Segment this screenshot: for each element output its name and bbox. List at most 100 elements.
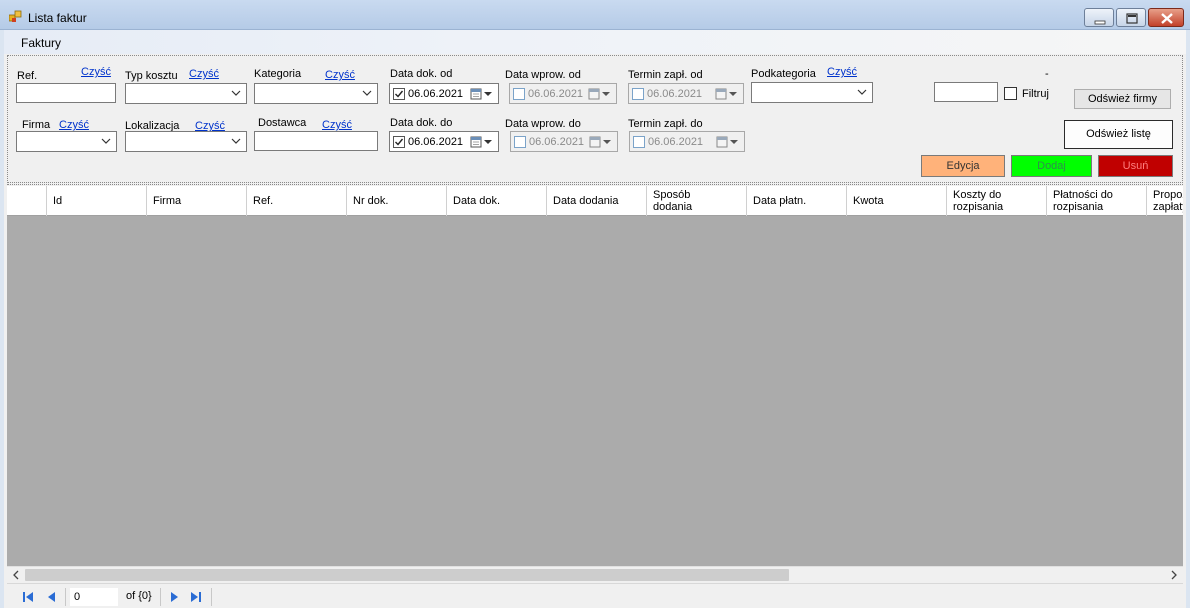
data-wprow-od-checkbox[interactable] xyxy=(513,88,525,100)
calendar-dropdown-icon xyxy=(716,136,738,148)
move-next-icon[interactable] xyxy=(167,590,181,604)
column-header-kwota[interactable]: Kwota xyxy=(847,186,947,216)
calendar-dropdown-icon xyxy=(470,136,492,148)
record-count: of {0} xyxy=(126,590,152,602)
column-header-sposob-dodania[interactable]: Sposób dodania xyxy=(647,186,747,216)
firma-label: Firma xyxy=(22,119,51,131)
minimize-button[interactable] xyxy=(1084,8,1114,27)
dostawca-clear-link[interactable]: Czyść xyxy=(322,119,352,131)
splitter[interactable] xyxy=(7,184,1183,185)
ref-label: Ref. xyxy=(17,70,38,82)
lokalizacja-select[interactable] xyxy=(125,131,247,152)
edit-button[interactable]: Edycja xyxy=(921,155,1005,177)
dostawca-label: Dostawca xyxy=(258,117,307,129)
window-title: Lista faktur xyxy=(28,11,87,25)
move-first-icon[interactable] xyxy=(21,590,35,604)
column-header-koszty-do-rozpisania[interactable]: Koszty do rozpisania xyxy=(947,186,1047,216)
data-wprow-od-picker[interactable]: 06.06.2021 xyxy=(509,83,617,104)
data-dok-od-checkbox[interactable] xyxy=(393,88,405,100)
filtruj-checkbox[interactable] xyxy=(1004,87,1017,100)
podkategoria-select[interactable] xyxy=(751,82,873,103)
column-header-platnosci-do-rozpisania[interactable]: Płatności do rozpisania xyxy=(1047,186,1147,216)
termin-zapl-od-label: Termin zapł. od xyxy=(628,69,703,81)
termin-zapl-do-picker[interactable]: 06.06.2021 xyxy=(629,131,745,152)
data-dok-do-checkbox[interactable] xyxy=(393,136,405,148)
title-bar: Lista faktur xyxy=(0,0,1190,30)
menu-faktury[interactable]: Faktury xyxy=(21,36,61,50)
termin-zapl-do-label: Termin zapł. do xyxy=(628,118,703,130)
row-header-corner xyxy=(7,186,47,216)
toolbar-separator xyxy=(65,588,66,606)
column-header-label: Kwota xyxy=(853,195,884,207)
chevron-down-icon xyxy=(231,90,241,96)
data-wprow-od-value: 06.06.2021 xyxy=(528,88,584,100)
move-previous-icon[interactable] xyxy=(45,590,59,604)
menu-bar: Faktury xyxy=(4,30,1186,54)
scroll-left-icon[interactable] xyxy=(11,570,21,580)
column-header-label: Data płatn. xyxy=(753,195,807,207)
column-header-ref[interactable]: Ref. xyxy=(247,186,347,216)
calendar-dropdown-icon xyxy=(589,136,611,148)
column-header-nr-dok[interactable]: Nr dok. xyxy=(347,186,447,216)
column-header-firma[interactable]: Firma xyxy=(147,186,247,216)
termin-zapl-od-value: 06.06.2021 xyxy=(647,88,703,100)
data-wprow-do-checkbox[interactable] xyxy=(514,136,526,148)
filter-value-input[interactable] xyxy=(934,82,998,102)
podkategoria-label: Podkategoria xyxy=(751,68,816,80)
app-icon xyxy=(8,10,23,23)
ref-input[interactable] xyxy=(16,83,116,103)
delete-button[interactable]: Usuń xyxy=(1098,155,1173,177)
scroll-right-icon[interactable] xyxy=(1169,570,1179,580)
kategoria-clear-link[interactable]: Czyść xyxy=(325,69,355,81)
data-wprow-do-value: 06.06.2021 xyxy=(529,136,585,148)
typ-kosztu-select[interactable] xyxy=(125,83,247,104)
calendar-dropdown-icon xyxy=(588,88,610,100)
firma-clear-link[interactable]: Czyść xyxy=(59,119,89,131)
dostawca-input[interactable] xyxy=(254,131,378,151)
filtruj-label: Filtruj xyxy=(1022,88,1049,100)
typ-kosztu-label: Typ kosztu xyxy=(125,70,178,82)
data-dok-do-picker[interactable]: 06.06.2021 xyxy=(389,131,499,152)
ref-clear-link[interactable]: Czyść xyxy=(81,66,111,78)
column-header-label: Propoz. zapłaty xyxy=(1153,189,1183,213)
data-dok-od-picker[interactable]: 06.06.2021 xyxy=(389,83,499,104)
kategoria-select[interactable] xyxy=(254,83,378,104)
data-dok-od-value: 06.06.2021 xyxy=(408,88,464,100)
column-header-data-dok[interactable]: Data dok. xyxy=(447,186,547,216)
data-wprow-od-label: Data wprow. od xyxy=(505,69,581,81)
column-header-label: Id xyxy=(53,195,63,207)
column-header-label: Sposób dodania xyxy=(653,189,693,213)
chevron-down-icon xyxy=(857,89,867,95)
column-header-data-platn[interactable]: Data płatn. xyxy=(747,186,847,216)
chevron-down-icon xyxy=(101,138,111,144)
scrollbar-thumb[interactable] xyxy=(25,569,789,581)
firma-select[interactable] xyxy=(16,131,117,152)
typ-kosztu-clear-link[interactable]: Czyść xyxy=(189,68,219,80)
data-dok-od-label: Data dok. od xyxy=(390,68,453,80)
calendar-dropdown-icon xyxy=(470,88,492,100)
termin-zapl-od-picker[interactable]: 06.06.2021 xyxy=(628,83,744,104)
invoice-grid[interactable]: Id Firma Ref. Nr dok. Data dok. Data dod… xyxy=(7,186,1183,566)
termin-zapl-do-checkbox[interactable] xyxy=(633,136,645,148)
column-header-id[interactable]: Id xyxy=(47,186,147,216)
position-input[interactable]: 0 xyxy=(69,587,119,607)
maximize-button[interactable] xyxy=(1116,8,1146,27)
refresh-companies-button[interactable]: Odśwież firmy xyxy=(1074,89,1171,109)
toolbar-separator xyxy=(160,588,161,606)
column-header-label: Koszty do rozpisania xyxy=(953,189,1004,213)
termin-zapl-od-checkbox[interactable] xyxy=(632,88,644,100)
chevron-down-icon xyxy=(231,138,241,144)
data-wprow-do-picker[interactable]: 06.06.2021 xyxy=(510,131,618,152)
move-last-icon[interactable] xyxy=(189,590,203,604)
column-header-propozycja-zaplaty[interactable]: Propoz. zapłaty xyxy=(1147,186,1183,216)
window-client: Faktury Ref. Czyść Firma Czyść Typ koszt… xyxy=(4,30,1186,608)
podkategoria-clear-link[interactable]: Czyść xyxy=(827,66,857,78)
column-header-label: Nr dok. xyxy=(353,195,389,207)
add-button[interactable]: Dodaj xyxy=(1011,155,1092,177)
binding-navigator: 0 of {0} xyxy=(7,583,1183,608)
column-header-label: Ref. xyxy=(253,195,274,207)
refresh-list-button[interactable]: Odśwież listę xyxy=(1064,120,1173,149)
close-button[interactable] xyxy=(1148,8,1184,27)
horizontal-scrollbar[interactable] xyxy=(7,566,1183,582)
column-header-data-dodania[interactable]: Data dodania xyxy=(547,186,647,216)
